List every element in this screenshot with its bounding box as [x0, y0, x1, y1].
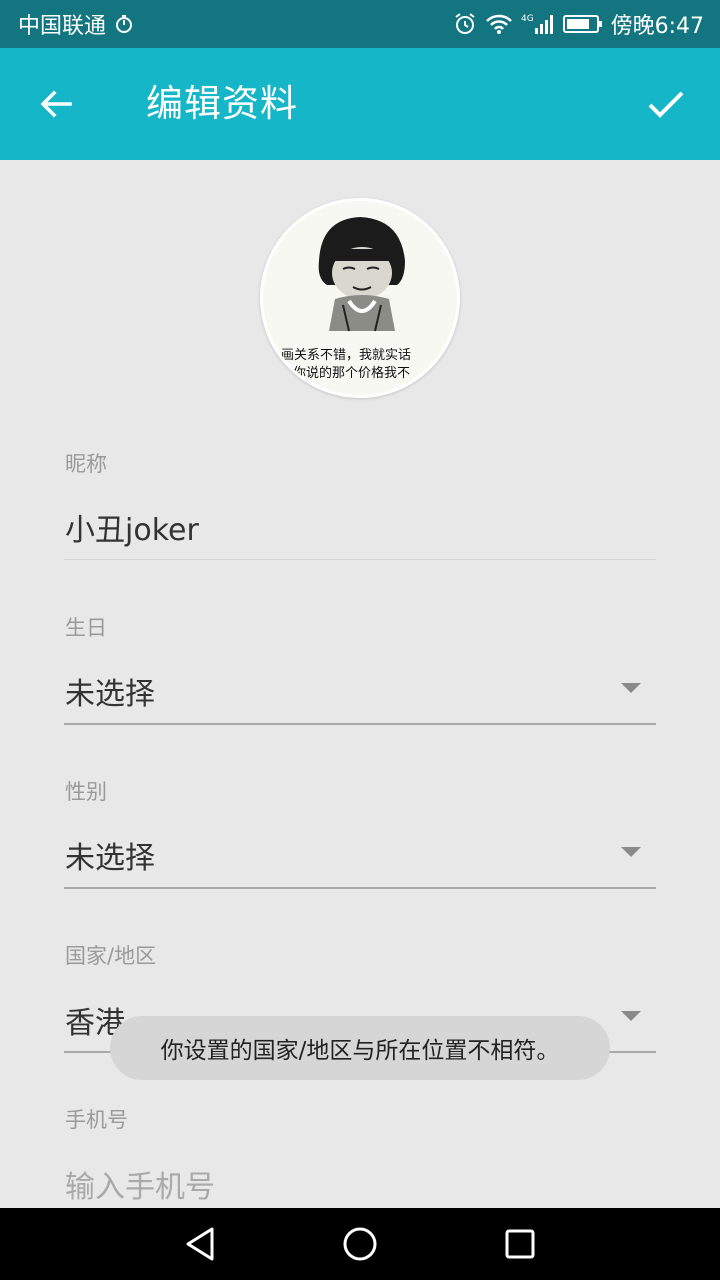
birthday-label: 生日 — [65, 616, 107, 640]
app-bar: 编辑资料 — [0, 48, 720, 160]
phone-input[interactable]: 输入手机号 — [65, 1162, 215, 1206]
gender-label: 性别 — [65, 780, 107, 804]
page-title: 编辑资料 — [146, 82, 298, 125]
status-bar: 中国联通 4G 傍晚6:47 — [0, 0, 720, 48]
confirm-button[interactable] — [638, 76, 694, 132]
circle-home-icon — [343, 1227, 377, 1261]
signal-icon: 4G — [521, 12, 555, 36]
nav-back-button[interactable] — [180, 1224, 220, 1264]
nav-recents-button[interactable] — [500, 1224, 540, 1264]
arrow-back-icon — [40, 90, 72, 118]
alarm-icon — [453, 12, 477, 36]
gender-dropdown-arrow-icon[interactable] — [621, 847, 641, 857]
avatar-caption-line2: 你说的那个价格我不 — [293, 365, 410, 381]
timer-icon — [114, 14, 134, 34]
back-button[interactable] — [28, 76, 84, 132]
clock-time: 傍晚6:47 — [610, 14, 704, 39]
region-mismatch-toast: 你设置的国家/地区与所在位置不相符。 — [110, 1016, 610, 1080]
phone-label: 手机号 — [65, 1108, 128, 1132]
status-left: 中国联通 — [18, 8, 134, 40]
nickname-label: 昵称 — [65, 452, 107, 476]
check-icon — [648, 91, 684, 118]
gender-underline — [64, 887, 656, 889]
birthday-underline — [64, 723, 656, 725]
status-right: 4G 傍晚6:47 — [453, 8, 704, 40]
system-nav-bar — [0, 1208, 720, 1280]
gender-select[interactable]: 未选择 — [65, 833, 155, 877]
square-recents-icon — [505, 1229, 535, 1259]
avatar-meme-image: 画关系不错，我就实话 你说的那个价格我不 — [263, 201, 457, 395]
battery-icon — [562, 14, 603, 34]
avatar-caption-line1: 画关系不错，我就实话 — [281, 348, 411, 363]
nickname-underline — [64, 559, 656, 560]
triangle-back-icon — [186, 1227, 214, 1261]
region-dropdown-arrow-icon[interactable] — [621, 1011, 641, 1021]
nav-home-button[interactable] — [340, 1224, 380, 1264]
birthday-dropdown-arrow-icon[interactable] — [621, 683, 641, 693]
region-label: 国家/地区 — [65, 944, 157, 968]
wifi-icon — [485, 13, 513, 35]
carrier-label: 中国联通 — [18, 14, 107, 39]
network-type-label: 4G — [521, 14, 534, 24]
nickname-input[interactable]: 小丑joker — [65, 505, 199, 549]
avatar[interactable]: 画关系不错，我就实话 你说的那个价格我不 — [260, 198, 460, 398]
birthday-select[interactable]: 未选择 — [65, 669, 155, 713]
